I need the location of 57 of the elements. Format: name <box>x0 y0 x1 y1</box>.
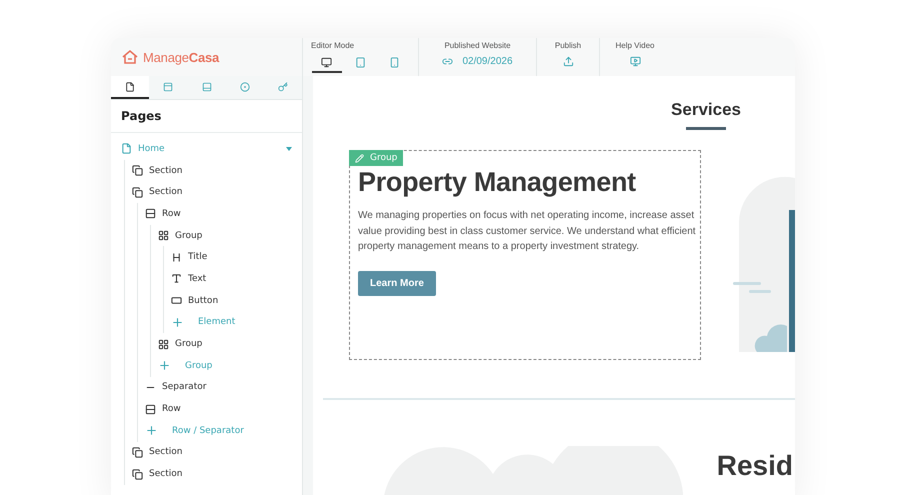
row-icon <box>145 404 156 415</box>
toolbar-label: Publish <box>554 41 582 50</box>
settings-icon <box>240 82 250 92</box>
section-heading: Services <box>671 100 741 120</box>
tree-item[interactable]: Button <box>171 290 292 312</box>
selected-group-outline[interactable] <box>349 150 701 360</box>
page-icon <box>125 82 136 92</box>
text-icon <box>171 273 182 284</box>
footer-icon <box>202 82 212 92</box>
section-heading: Resid <box>716 450 793 482</box>
button-icon <box>171 295 182 306</box>
add-icon <box>158 359 171 372</box>
tree-item[interactable]: Section <box>132 463 292 485</box>
group-icon <box>158 338 169 350</box>
upload-icon <box>562 56 574 67</box>
header-icon <box>163 82 174 92</box>
tree-item[interactable]: Section <box>132 442 292 464</box>
brand-name: ManageCasa <box>143 50 220 64</box>
tree-item[interactable]: Separator <box>145 376 292 398</box>
title-icon <box>171 252 182 263</box>
tree-item[interactable]: Section <box>132 181 292 204</box>
house-logo-icon <box>121 49 139 65</box>
page-icon <box>121 143 132 154</box>
service-description: We managing properties on focus with net operating income, increase asset value providing best in class customer service. We understand what efficient property management means to a property investment strategy. <box>358 209 697 254</box>
tree-item[interactable]: Group <box>158 333 292 355</box>
help-video-button[interactable] <box>630 56 640 67</box>
tablet-icon <box>355 56 366 68</box>
tree-item[interactable]: Row <box>145 398 292 420</box>
pencil-icon <box>355 154 364 162</box>
tree-item[interactable]: Group <box>158 224 292 246</box>
key-icon <box>278 82 288 92</box>
caret-icon[interactable] <box>286 146 292 151</box>
desktop-icon <box>321 56 332 68</box>
page-tab[interactable] <box>111 76 150 99</box>
toolbar-label: Help Video <box>616 41 654 50</box>
tree-item[interactable]: Text <box>171 268 292 290</box>
heading-underline <box>686 127 726 130</box>
learn-more-button[interactable]: Learn More <box>358 270 436 296</box>
phone-icon <box>389 56 400 68</box>
panel-title: Pages <box>111 100 302 133</box>
service-title: Property Management <box>358 167 637 198</box>
tree-item[interactable]: Title <box>171 246 292 268</box>
section-icon <box>132 446 143 458</box>
section-icon <box>132 468 143 480</box>
tree-item[interactable]: Section <box>132 160 292 182</box>
toolbar-label: Editor Mode <box>310 41 356 50</box>
tree-item[interactable]: Row <box>145 203 292 225</box>
add-icon <box>145 424 158 438</box>
row-icon <box>145 208 156 220</box>
group-icon <box>158 230 169 242</box>
section-icon <box>132 186 143 198</box>
link-icon <box>442 56 454 67</box>
section-icon <box>132 165 143 176</box>
add-icon <box>171 316 184 329</box>
toolbar-label: Published Website <box>444 41 511 50</box>
publish-button[interactable] <box>562 56 574 67</box>
video-icon <box>630 56 640 67</box>
